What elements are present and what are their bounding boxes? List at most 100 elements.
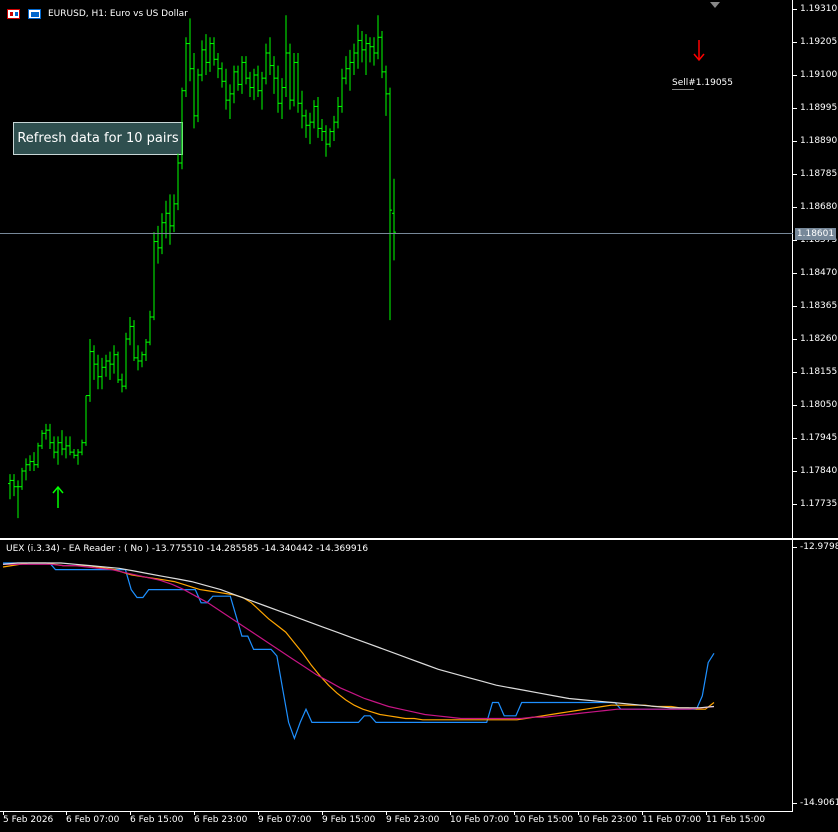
indicator-axis-bottom: -14.90619 xyxy=(800,798,838,808)
ohlc-bar xyxy=(280,78,284,119)
time-axis-label: 10 Feb 07:00 xyxy=(450,815,510,825)
ohlc-bar xyxy=(284,15,288,97)
ohlc-bar xyxy=(140,351,144,368)
ohlc-bar xyxy=(108,351,112,380)
time-axis-label: 5 Feb 2026 xyxy=(3,815,54,825)
ohlc-bar xyxy=(204,34,208,75)
price-axis-tick xyxy=(793,339,797,340)
ohlc-bar xyxy=(92,345,96,380)
ohlc-bar xyxy=(248,71,252,97)
ohlc-bar xyxy=(116,351,120,383)
ohlc-bar xyxy=(176,153,180,211)
time-axis-label: 9 Feb 07:00 xyxy=(258,815,312,825)
indicator-series-line xyxy=(3,562,715,741)
indicator-axis-top-tick xyxy=(793,547,797,548)
ohlc-bar xyxy=(132,320,136,361)
ohlc-bar xyxy=(324,125,328,157)
price-axis-label: 1.18680 xyxy=(800,202,838,212)
ohlc-bar xyxy=(64,436,68,459)
ohlc-bar xyxy=(84,395,88,446)
ohlc-bar xyxy=(288,43,292,110)
current-price-badge: 1.18601 xyxy=(795,228,836,240)
ohlc-bar xyxy=(220,62,224,88)
price-axis-tick xyxy=(793,108,797,109)
price-axis-label: 1.19310 xyxy=(800,4,838,14)
price-axis-tick xyxy=(793,42,797,43)
sell-arrow-icon xyxy=(693,40,705,62)
time-axis-label: 10 Feb 15:00 xyxy=(514,815,574,825)
price-axis-tick xyxy=(793,207,797,208)
price-axis-label: 1.18470 xyxy=(800,268,838,278)
indicator-axis-bottom-tick xyxy=(793,803,797,804)
ohlc-bar xyxy=(228,84,232,119)
ohlc-bar xyxy=(372,37,376,66)
ohlc-bar xyxy=(28,455,32,471)
price-axis-label: 1.17735 xyxy=(800,499,838,509)
ohlc-bar xyxy=(20,467,24,490)
price-axis-tick xyxy=(793,504,797,505)
price-axis-label: 1.19205 xyxy=(800,37,838,47)
current-price-line xyxy=(0,233,793,234)
ohlc-bar xyxy=(264,43,268,85)
ohlc-bar xyxy=(36,442,40,468)
ohlc-bar xyxy=(244,56,248,85)
price-axis-label: 1.18365 xyxy=(800,301,838,311)
ohlc-bar xyxy=(360,31,364,63)
time-axis-line xyxy=(0,811,793,812)
price-axis-tick xyxy=(793,306,797,307)
price-axis-tick xyxy=(793,273,797,274)
ohlc-bar xyxy=(120,373,124,393)
ohlc-bar xyxy=(148,310,152,346)
indicator-axis-top: -12.97980 xyxy=(800,542,838,552)
ohlc-bar xyxy=(96,354,100,390)
sell-level-dash xyxy=(672,89,694,90)
price-axis-label: 1.17840 xyxy=(800,466,838,476)
ohlc-bar xyxy=(312,100,316,129)
ohlc-bar xyxy=(128,317,132,346)
ohlc-bar xyxy=(104,354,108,377)
time-axis-label: 9 Feb 23:00 xyxy=(386,815,440,825)
ohlc-bar xyxy=(188,18,192,82)
ohlc-bar xyxy=(168,194,172,245)
ohlc-bar xyxy=(56,436,60,465)
ohlc-bar xyxy=(232,65,236,104)
indicator-series-line xyxy=(2,562,715,709)
price-axis-tick xyxy=(793,372,797,373)
ohlc-bar xyxy=(380,31,384,79)
ohlc-bar xyxy=(352,43,356,75)
ohlc-bar xyxy=(192,53,196,129)
ohlc-bar xyxy=(184,37,188,97)
price-axis-tick xyxy=(793,405,797,406)
ohlc-bar xyxy=(212,37,216,66)
ohlc-bar xyxy=(356,24,360,69)
price-axis-label: 1.18260 xyxy=(800,334,838,344)
price-axis-label: 1.18155 xyxy=(800,367,838,377)
price-axis-label: 1.19100 xyxy=(800,70,838,80)
price-axis-tick xyxy=(793,471,797,472)
ohlc-bar xyxy=(296,53,300,113)
price-axis-tick xyxy=(793,9,797,10)
time-axis-label: 11 Feb 07:00 xyxy=(642,815,702,825)
sell-trade-label: Sell#1.19055 xyxy=(672,78,734,88)
ohlc-bar xyxy=(320,119,324,141)
ohlc-bar xyxy=(328,128,332,148)
ohlc-bar xyxy=(44,423,48,440)
ohlc-bar xyxy=(240,56,244,94)
buy-arrow-icon xyxy=(52,485,64,508)
ohlc-bar xyxy=(276,65,280,113)
ohlc-bar xyxy=(68,436,72,456)
ohlc-bar xyxy=(144,339,148,361)
ohlc-bar xyxy=(224,68,228,110)
ohlc-bar xyxy=(40,430,44,449)
ohlc-bar xyxy=(340,68,344,113)
ohlc-bar xyxy=(8,474,12,500)
ohlc-bar xyxy=(268,37,272,75)
ohlc-bar xyxy=(16,480,20,519)
time-axis-label: 11 Feb 15:00 xyxy=(706,815,766,825)
ohlc-bar xyxy=(124,332,128,390)
ohlc-bar xyxy=(24,458,28,481)
ohlc-bar xyxy=(348,49,352,91)
indicator-series-line xyxy=(3,563,715,720)
ohlc-bar xyxy=(196,68,200,123)
ohlc-bar xyxy=(48,423,52,449)
